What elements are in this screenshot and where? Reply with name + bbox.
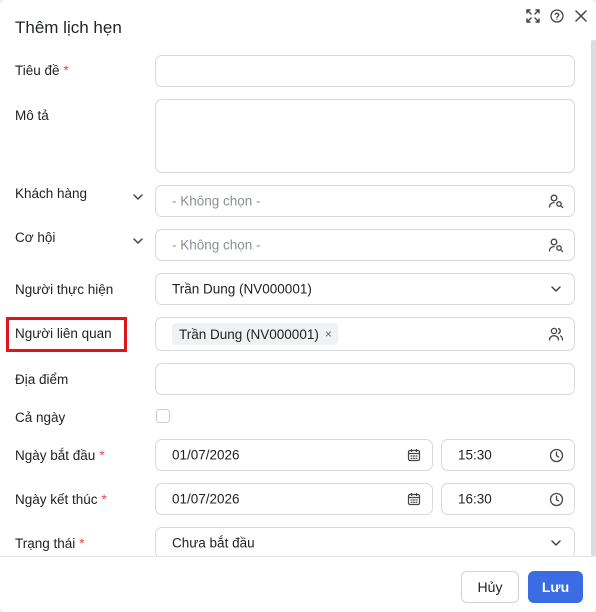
user-search-icon[interactable] [548, 193, 564, 209]
end-date-value: 01/07/2026 [172, 491, 240, 507]
opportunity-select[interactable]: - Không chọn - [155, 229, 575, 261]
start-date-value: 01/07/2026 [172, 447, 240, 463]
add-appointment-dialog: Thêm lịch hẹn Tiêu đề * Mô tả Khách hàng … [0, 0, 596, 612]
all-day-label: Cả ngày [15, 410, 66, 425]
opportunity-label: Cơ hội [15, 230, 56, 245]
end-date-input[interactable]: 01/07/2026 [155, 483, 433, 515]
required-mark: * [79, 536, 85, 551]
chevron-down-icon[interactable] [548, 535, 564, 551]
cancel-button[interactable]: Hủy [461, 571, 519, 603]
calendar-icon[interactable] [406, 491, 422, 507]
close-icon[interactable] [574, 9, 588, 23]
user-search-icon[interactable] [548, 237, 564, 253]
scrollbar-thumb[interactable] [591, 40, 596, 556]
users-icon[interactable] [548, 326, 564, 342]
status-value: Chưa bắt đầu [172, 535, 255, 551]
start-date-label: Ngày bắt đầu * [15, 448, 105, 463]
assignee-label: Người thực hiện [15, 282, 114, 297]
chevron-down-icon[interactable] [548, 281, 564, 297]
calendar-icon[interactable] [406, 447, 422, 463]
required-mark: * [63, 63, 69, 78]
end-time-input[interactable]: 16:30 [441, 483, 575, 515]
all-day-checkbox[interactable] [156, 409, 170, 423]
related-label: Người liên quan [15, 326, 112, 341]
title-label: Tiêu đề * [15, 63, 69, 78]
required-mark: * [101, 492, 107, 507]
location-label: Địa điểm [15, 372, 69, 387]
customer-label: Khách hàng [15, 186, 88, 201]
dialog-title: Thêm lịch hẹn [15, 18, 122, 37]
assignee-select[interactable]: Trần Dung (NV000001) [155, 273, 575, 305]
start-time-input[interactable]: 15:30 [441, 439, 575, 471]
title-input[interactable] [155, 55, 575, 87]
description-label: Mô tả [15, 108, 49, 123]
status-select[interactable]: Chưa bắt đầu [155, 527, 575, 559]
customer-placeholder: - Không chọn - [172, 193, 261, 209]
related-people-select[interactable]: Trần Dung (NV000001) × [155, 317, 575, 351]
end-time-value: 16:30 [458, 491, 492, 507]
assignee-value: Trần Dung (NV000001) [172, 281, 312, 297]
chip-remove-icon[interactable]: × [325, 328, 332, 340]
chevron-down-icon[interactable] [132, 190, 144, 202]
description-textarea[interactable] [155, 99, 575, 173]
clock-icon[interactable] [548, 491, 564, 507]
start-date-input[interactable]: 01/07/2026 [155, 439, 433, 471]
location-input[interactable] [155, 363, 575, 395]
start-time-value: 15:30 [458, 447, 492, 463]
expand-icon[interactable] [526, 9, 540, 23]
related-person-chip: Trần Dung (NV000001) × [172, 323, 338, 345]
end-date-label: Ngày kết thúc * [15, 492, 107, 507]
customer-select[interactable]: - Không chọn - [155, 185, 575, 217]
clock-icon[interactable] [548, 447, 564, 463]
save-button[interactable]: Lưu [528, 571, 583, 603]
status-label: Trạng thái * [15, 536, 85, 551]
chevron-down-icon[interactable] [132, 234, 144, 246]
chip-label: Trần Dung (NV000001) [179, 326, 319, 342]
required-mark: * [99, 448, 105, 463]
opportunity-placeholder: - Không chọn - [172, 237, 261, 253]
help-icon[interactable] [550, 9, 564, 23]
scrollbar[interactable] [591, 40, 596, 556]
